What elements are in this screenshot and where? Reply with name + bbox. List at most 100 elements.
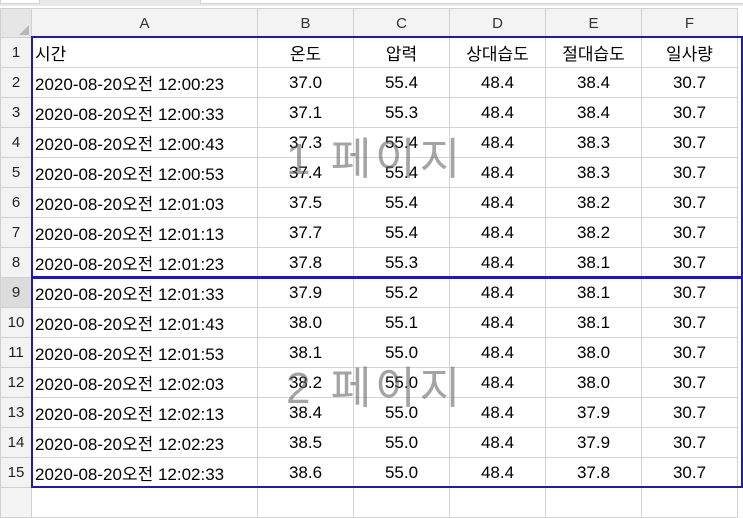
row-header[interactable]: 13: [0, 397, 32, 428]
cell-relative-humidity[interactable]: 48.4: [449, 217, 546, 248]
cell-header-temperature[interactable]: 온도: [257, 37, 354, 68]
cell-relative-humidity[interactable]: 48.4: [449, 457, 546, 488]
cell[interactable]: [353, 487, 450, 518]
cell-absolute-humidity[interactable]: 38.2: [545, 217, 642, 248]
cell-temperature[interactable]: 38.6: [257, 457, 354, 488]
cell-temperature[interactable]: 37.8: [257, 247, 354, 278]
row-header[interactable]: 11: [0, 337, 32, 368]
cell-solar-radiation[interactable]: 30.7: [641, 307, 738, 338]
cell-absolute-humidity[interactable]: 38.1: [545, 277, 642, 308]
cell-solar-radiation[interactable]: 30.7: [641, 157, 738, 188]
cell-relative-humidity[interactable]: 48.4: [449, 307, 546, 338]
row-header[interactable]: 14: [0, 427, 32, 458]
cell[interactable]: [545, 487, 642, 518]
row-header[interactable]: 1: [0, 37, 32, 68]
row-header[interactable]: 3: [0, 97, 32, 128]
cell-solar-radiation[interactable]: 30.7: [641, 217, 738, 248]
row-header[interactable]: 6: [0, 187, 32, 218]
cell-pressure[interactable]: 55.0: [353, 367, 450, 398]
cell-pressure[interactable]: 55.4: [353, 67, 450, 98]
cell-relative-humidity[interactable]: 48.4: [449, 367, 546, 398]
cell[interactable]: [31, 487, 258, 518]
cell-temperature[interactable]: 38.0: [257, 307, 354, 338]
select-all-corner[interactable]: [0, 8, 32, 38]
cell-time[interactable]: 2020-08-20오전 12:02:13: [31, 397, 258, 428]
column-header-c[interactable]: C: [353, 8, 450, 38]
row-header[interactable]: [0, 487, 32, 518]
cell-temperature[interactable]: 37.1: [257, 97, 354, 128]
row-header[interactable]: 9: [0, 277, 32, 308]
cell-relative-humidity[interactable]: 48.4: [449, 277, 546, 308]
row-header[interactable]: 15: [0, 457, 32, 488]
cell-solar-radiation[interactable]: 30.7: [641, 187, 738, 218]
cell-time[interactable]: 2020-08-20오전 12:01:53: [31, 337, 258, 368]
row-header[interactable]: 5: [0, 157, 32, 188]
cell[interactable]: [257, 487, 354, 518]
cell-relative-humidity[interactable]: 48.4: [449, 427, 546, 458]
cell-relative-humidity[interactable]: 48.4: [449, 337, 546, 368]
cell-header-pressure[interactable]: 압력: [353, 37, 450, 68]
cell-solar-radiation[interactable]: 30.7: [641, 337, 738, 368]
cell-absolute-humidity[interactable]: 38.1: [545, 247, 642, 278]
cell-pressure[interactable]: 55.4: [353, 127, 450, 158]
cell-header-time[interactable]: 시간: [31, 37, 258, 68]
cell-time[interactable]: 2020-08-20오전 12:01:13: [31, 217, 258, 248]
cell-time[interactable]: 2020-08-20오전 12:02:03: [31, 367, 258, 398]
cell-pressure[interactable]: 55.0: [353, 337, 450, 368]
cell-absolute-humidity[interactable]: 38.4: [545, 67, 642, 98]
cell-time[interactable]: 2020-08-20오전 12:01:03: [31, 187, 258, 218]
column-header-d[interactable]: D: [449, 8, 546, 38]
cell-absolute-humidity[interactable]: 38.0: [545, 367, 642, 398]
column-header-e[interactable]: E: [545, 8, 642, 38]
cell-solar-radiation[interactable]: 30.7: [641, 457, 738, 488]
cell-time[interactable]: 2020-08-20오전 12:00:53: [31, 157, 258, 188]
cell-solar-radiation[interactable]: 30.7: [641, 277, 738, 308]
cell-time[interactable]: 2020-08-20오전 12:01:23: [31, 247, 258, 278]
cell-time[interactable]: 2020-08-20오전 12:00:43: [31, 127, 258, 158]
row-header[interactable]: 12: [0, 367, 32, 398]
cell-time[interactable]: 2020-08-20오전 12:01:33: [31, 277, 258, 308]
cell-header-absolute-humidity[interactable]: 절대습도: [545, 37, 642, 68]
cell-absolute-humidity[interactable]: 37.9: [545, 397, 642, 428]
cell-solar-radiation[interactable]: 30.7: [641, 67, 738, 98]
cell[interactable]: [641, 487, 738, 518]
cell-solar-radiation[interactable]: 30.7: [641, 397, 738, 428]
cell-pressure[interactable]: 55.4: [353, 157, 450, 188]
cell-pressure[interactable]: 55.1: [353, 307, 450, 338]
cell-pressure[interactable]: 55.0: [353, 427, 450, 458]
cell-time[interactable]: 2020-08-20오전 12:00:33: [31, 97, 258, 128]
cell-absolute-humidity[interactable]: 38.3: [545, 127, 642, 158]
cell-header-relative-humidity[interactable]: 상대습도: [449, 37, 546, 68]
row-header[interactable]: 2: [0, 67, 32, 98]
cell-absolute-humidity[interactable]: 38.3: [545, 157, 642, 188]
cell-absolute-humidity[interactable]: 37.8: [545, 457, 642, 488]
cell-absolute-humidity[interactable]: 38.0: [545, 337, 642, 368]
cell-relative-humidity[interactable]: 48.4: [449, 397, 546, 428]
cell-solar-radiation[interactable]: 30.7: [641, 367, 738, 398]
cell-relative-humidity[interactable]: 48.4: [449, 247, 546, 278]
cell-temperature[interactable]: 38.5: [257, 427, 354, 458]
cell-absolute-humidity[interactable]: 37.9: [545, 427, 642, 458]
cell-pressure[interactable]: 55.0: [353, 457, 450, 488]
cell-absolute-humidity[interactable]: 38.4: [545, 97, 642, 128]
cell-relative-humidity[interactable]: 48.4: [449, 127, 546, 158]
cell-temperature[interactable]: 38.1: [257, 337, 354, 368]
cell-solar-radiation[interactable]: 30.7: [641, 427, 738, 458]
cell-header-solar-radiation[interactable]: 일사량: [641, 37, 738, 68]
cell-solar-radiation[interactable]: 30.7: [641, 247, 738, 278]
cell-pressure[interactable]: 55.2: [353, 277, 450, 308]
cell-solar-radiation[interactable]: 30.7: [641, 127, 738, 158]
cell-temperature[interactable]: 37.3: [257, 127, 354, 158]
row-header[interactable]: 7: [0, 217, 32, 248]
cell-relative-humidity[interactable]: 48.4: [449, 67, 546, 98]
cell-temperature[interactable]: 38.4: [257, 397, 354, 428]
cell-relative-humidity[interactable]: 48.4: [449, 157, 546, 188]
cell-pressure[interactable]: 55.4: [353, 217, 450, 248]
cell-temperature[interactable]: 37.0: [257, 67, 354, 98]
column-header-a[interactable]: A: [31, 8, 258, 38]
cell-pressure[interactable]: 55.3: [353, 247, 450, 278]
cell-relative-humidity[interactable]: 48.4: [449, 187, 546, 218]
cell-time[interactable]: 2020-08-20오전 12:02:23: [31, 427, 258, 458]
cell-temperature[interactable]: 37.5: [257, 187, 354, 218]
row-header[interactable]: 4: [0, 127, 32, 158]
